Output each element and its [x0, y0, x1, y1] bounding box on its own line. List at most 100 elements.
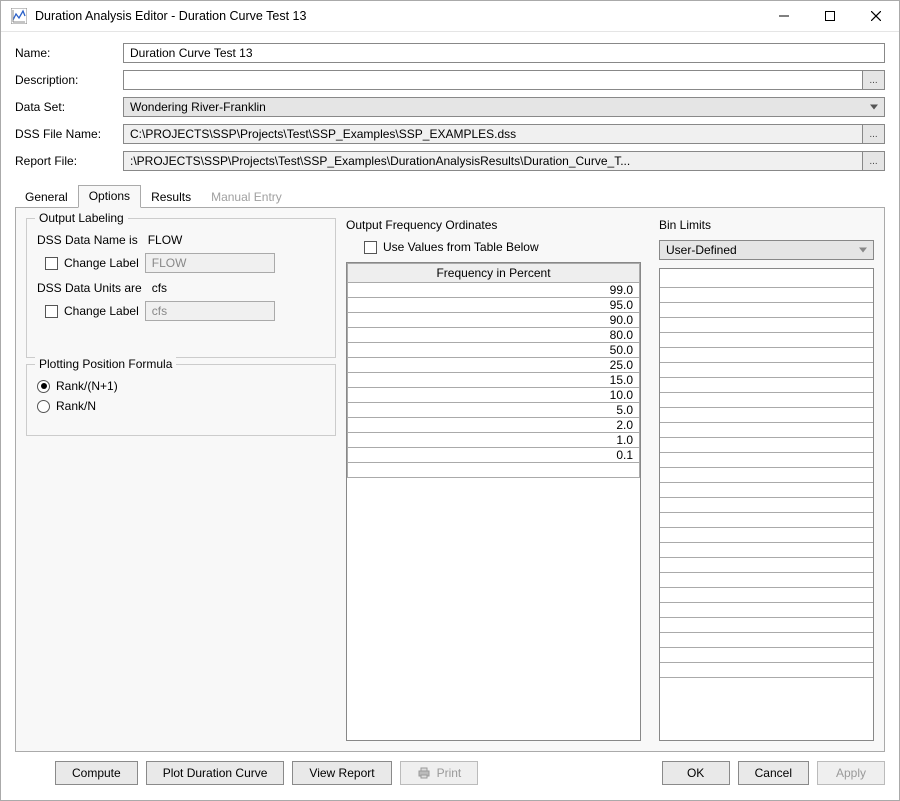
bin-row[interactable]	[660, 528, 873, 543]
bin-row[interactable]	[660, 618, 873, 633]
freq-cell[interactable]: 2.0	[348, 418, 640, 433]
bin-row[interactable]	[660, 633, 873, 648]
tab-options[interactable]: Options	[78, 185, 141, 208]
name-label: Name:	[15, 46, 123, 60]
bin-row[interactable]	[660, 558, 873, 573]
view-report-button[interactable]: View Report	[292, 761, 391, 785]
dss-file-name-input[interactable]	[123, 124, 863, 144]
report-file-input[interactable]	[123, 151, 863, 171]
tab-general[interactable]: General	[15, 187, 78, 208]
change-label-2-text: Change Label	[64, 304, 139, 318]
chevron-down-icon	[859, 248, 867, 253]
plotting-position-group: Plotting Position Formula Rank/(N+1) Ran…	[26, 364, 336, 436]
minimize-button[interactable]	[761, 1, 807, 31]
bin-limits-combo[interactable]: User-Defined	[659, 240, 874, 260]
radio-rank-n-label: Rank/N	[56, 399, 96, 413]
bin-row[interactable]	[660, 408, 873, 423]
change-label-1-input	[145, 253, 275, 273]
bin-row[interactable]	[660, 318, 873, 333]
radio-rank-np1[interactable]: Rank/(N+1)	[37, 379, 325, 393]
change-label-1-checkbox[interactable]: Change Label	[45, 256, 139, 270]
tab-results[interactable]: Results	[141, 187, 201, 208]
bin-row[interactable]	[660, 453, 873, 468]
use-values-label: Use Values from Table Below	[383, 240, 539, 254]
bin-row[interactable]	[660, 663, 873, 678]
bin-row[interactable]	[660, 363, 873, 378]
description-input[interactable]	[123, 70, 863, 90]
plot-duration-curve-button[interactable]: Plot Duration Curve	[146, 761, 285, 785]
close-button[interactable]	[853, 1, 899, 31]
ok-button[interactable]: OK	[662, 761, 730, 785]
use-values-checkbox[interactable]: Use Values from Table Below	[364, 240, 539, 254]
bin-row[interactable]	[660, 468, 873, 483]
bin-row[interactable]	[660, 288, 873, 303]
report-file-label: Report File:	[15, 154, 123, 168]
bin-row[interactable]	[660, 303, 873, 318]
change-label-1-text: Change Label	[64, 256, 139, 270]
radio-icon	[37, 400, 50, 413]
radio-rank-np1-label: Rank/(N+1)	[56, 379, 118, 393]
left-column: Output Labeling DSS Data Name is FLOW Ch…	[26, 218, 346, 741]
tab-pane-options: Output Labeling DSS Data Name is FLOW Ch…	[15, 207, 885, 752]
bin-limits-title: Bin Limits	[659, 218, 874, 232]
freq-ordinates-title: Output Frequency Ordinates	[346, 218, 641, 232]
bin-row[interactable]	[660, 603, 873, 618]
freq-cell[interactable]: 50.0	[348, 343, 640, 358]
right-column: Bin Limits User-Defined	[659, 218, 874, 741]
name-input[interactable]	[123, 43, 885, 63]
bin-row[interactable]	[660, 393, 873, 408]
freq-header: Frequency in Percent	[348, 264, 640, 283]
apply-button: Apply	[817, 761, 885, 785]
compute-button[interactable]: Compute	[55, 761, 138, 785]
bin-row[interactable]	[660, 513, 873, 528]
dss-units-value: cfs	[152, 281, 167, 295]
frequency-table[interactable]: Frequency in Percent 99.095.090.080.050.…	[346, 262, 641, 741]
freq-cell[interactable]: 95.0	[348, 298, 640, 313]
freq-cell[interactable]: 25.0	[348, 358, 640, 373]
checkbox-icon	[45, 257, 58, 270]
bin-row[interactable]	[660, 498, 873, 513]
description-more-button[interactable]: ...	[863, 70, 885, 90]
output-labeling-group: Output Labeling DSS Data Name is FLOW Ch…	[26, 218, 336, 358]
change-label-2-checkbox[interactable]: Change Label	[45, 304, 139, 318]
bin-limits-table[interactable]	[659, 268, 874, 741]
tab-manual-entry: Manual Entry	[201, 187, 292, 208]
freq-cell[interactable]: 0.1	[348, 448, 640, 463]
checkbox-icon	[364, 241, 377, 254]
bin-row[interactable]	[660, 588, 873, 603]
window-root: Duration Analysis Editor - Duration Curv…	[0, 0, 900, 801]
app-icon	[11, 8, 27, 24]
freq-cell-empty[interactable]	[348, 463, 640, 478]
freq-cell[interactable]: 80.0	[348, 328, 640, 343]
bin-row[interactable]	[660, 483, 873, 498]
bin-row[interactable]	[660, 378, 873, 393]
freq-cell[interactable]: 90.0	[348, 313, 640, 328]
data-set-combo[interactable]: Wondering River-Franklin	[123, 97, 885, 117]
dss-file-browse-button[interactable]: ...	[863, 124, 885, 144]
tabs-wrapper: General Options Results Manual Entry Out…	[15, 185, 885, 752]
middle-column: Output Frequency Ordinates Use Values fr…	[346, 218, 641, 741]
freq-cell[interactable]: 99.0	[348, 283, 640, 298]
chevron-down-icon	[870, 105, 878, 110]
bin-row[interactable]	[660, 648, 873, 663]
maximize-button[interactable]	[807, 1, 853, 31]
freq-cell[interactable]: 5.0	[348, 403, 640, 418]
plotting-position-legend: Plotting Position Formula	[35, 357, 176, 371]
bin-row[interactable]	[660, 573, 873, 588]
report-file-browse-button[interactable]: ...	[863, 151, 885, 171]
freq-cell[interactable]: 10.0	[348, 388, 640, 403]
freq-cell[interactable]: 1.0	[348, 433, 640, 448]
freq-cell[interactable]: 15.0	[348, 373, 640, 388]
dss-file-name-label: DSS File Name:	[15, 127, 123, 141]
cancel-button[interactable]: Cancel	[738, 761, 809, 785]
bin-row[interactable]	[660, 333, 873, 348]
button-bar: Compute Plot Duration Curve View Report …	[1, 752, 899, 794]
dss-name-is-label: DSS Data Name is	[37, 233, 138, 247]
bin-row[interactable]	[660, 543, 873, 558]
bin-row[interactable]	[660, 423, 873, 438]
radio-rank-n[interactable]: Rank/N	[37, 399, 325, 413]
bin-row[interactable]	[660, 348, 873, 363]
bin-row[interactable]	[660, 269, 873, 288]
dss-units-are-label: DSS Data Units are	[37, 281, 142, 295]
bin-row[interactable]	[660, 438, 873, 453]
